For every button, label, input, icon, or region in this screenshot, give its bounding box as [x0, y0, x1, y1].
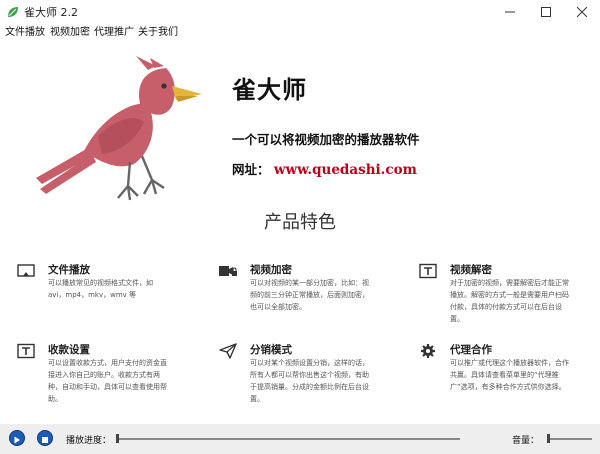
feature-title: 分销模式: [250, 344, 292, 356]
play-button[interactable]: [9, 430, 25, 446]
minimize-icon: [505, 2, 515, 21]
title-bar: 雀大师 2.2: [0, 0, 600, 22]
menu-bar: 文件播放 视频加密 代理推广 关于我们: [0, 22, 600, 38]
menu-about-us[interactable]: 关于我们: [138, 23, 178, 38]
play-icon: [13, 429, 21, 448]
cast-icon: [16, 263, 36, 279]
main-panel: 雀大师 一个可以将视频加密的播放器软件 网址： www.quedashi.com…: [0, 38, 600, 416]
maximize-icon: [541, 2, 551, 21]
volume-label: 音量：: [512, 436, 540, 446]
website-link[interactable]: www.quedashi.com: [274, 162, 417, 178]
feature-description: 可以设置收款方式，用户支付的资金直接进入你自己的账户。收款方式有两种，自动和手动…: [48, 359, 167, 403]
feature-description: 可以播放常见的视频格式文件，如avi，mp4，mkv，wmv 等: [48, 279, 153, 299]
feature-description: 对于加密的视频，需要解密后才能正常播放。解密的方式一般是需要用户扫码付款，具体的…: [450, 279, 569, 323]
volume-thumb[interactable]: [547, 434, 550, 443]
send-icon: [218, 343, 238, 359]
menu-video-encrypt[interactable]: 视频加密: [50, 23, 90, 38]
feature-title: 文件播放: [48, 264, 90, 276]
window-title: 雀大师 2.2: [24, 6, 78, 19]
brand-name: 雀大师: [232, 76, 307, 104]
minimize-button[interactable]: [492, 0, 528, 22]
bird-logo: [36, 56, 202, 201]
gear-icon: [418, 343, 438, 359]
maximize-button[interactable]: [528, 0, 564, 22]
feature-description: 可以对某个视频设置分销，这样的话，所有人都可以帮你出售这个视频，有助于提高销量。…: [250, 359, 369, 403]
progress-thumb[interactable]: [116, 434, 119, 443]
progress-label: 播放进度：: [66, 436, 112, 446]
feature-description: 可以对视频的某一部分加密，比如：视频的前三分钟正常播放，后面则加密，也可以全部加…: [250, 279, 369, 311]
feature-title: 代理合作: [450, 344, 492, 356]
feature-title: 收款设置: [48, 344, 90, 356]
close-icon: [576, 2, 588, 21]
menu-file-play[interactable]: 文件播放: [5, 23, 45, 38]
stop-icon: [41, 429, 49, 448]
feature-description: 可以推广或代理这个播放器软件，合作共赢。具体请查看菜单里的“代理推广”选项，有多…: [450, 359, 569, 391]
website-row: 网址： www.quedashi.com: [232, 159, 417, 178]
text-box-icon: [418, 263, 438, 279]
text-box-icon: [16, 343, 36, 359]
video-lock-icon: [218, 263, 238, 279]
progress-track: [117, 438, 460, 440]
tagline: 一个可以将视频加密的播放器软件: [232, 132, 420, 147]
player-bar: 播放进度： 音量：: [0, 424, 600, 454]
menu-agent-promotion[interactable]: 代理推广: [94, 23, 134, 38]
volume-track: [548, 438, 592, 440]
close-button[interactable]: [564, 0, 600, 22]
feature-title: 视频解密: [450, 264, 492, 276]
stop-button[interactable]: [37, 430, 53, 446]
section-title: 产品特色: [264, 212, 336, 233]
website-label: 网址：: [232, 162, 270, 177]
feature-title: 视频加密: [250, 264, 292, 276]
leaf-icon: [6, 4, 20, 18]
